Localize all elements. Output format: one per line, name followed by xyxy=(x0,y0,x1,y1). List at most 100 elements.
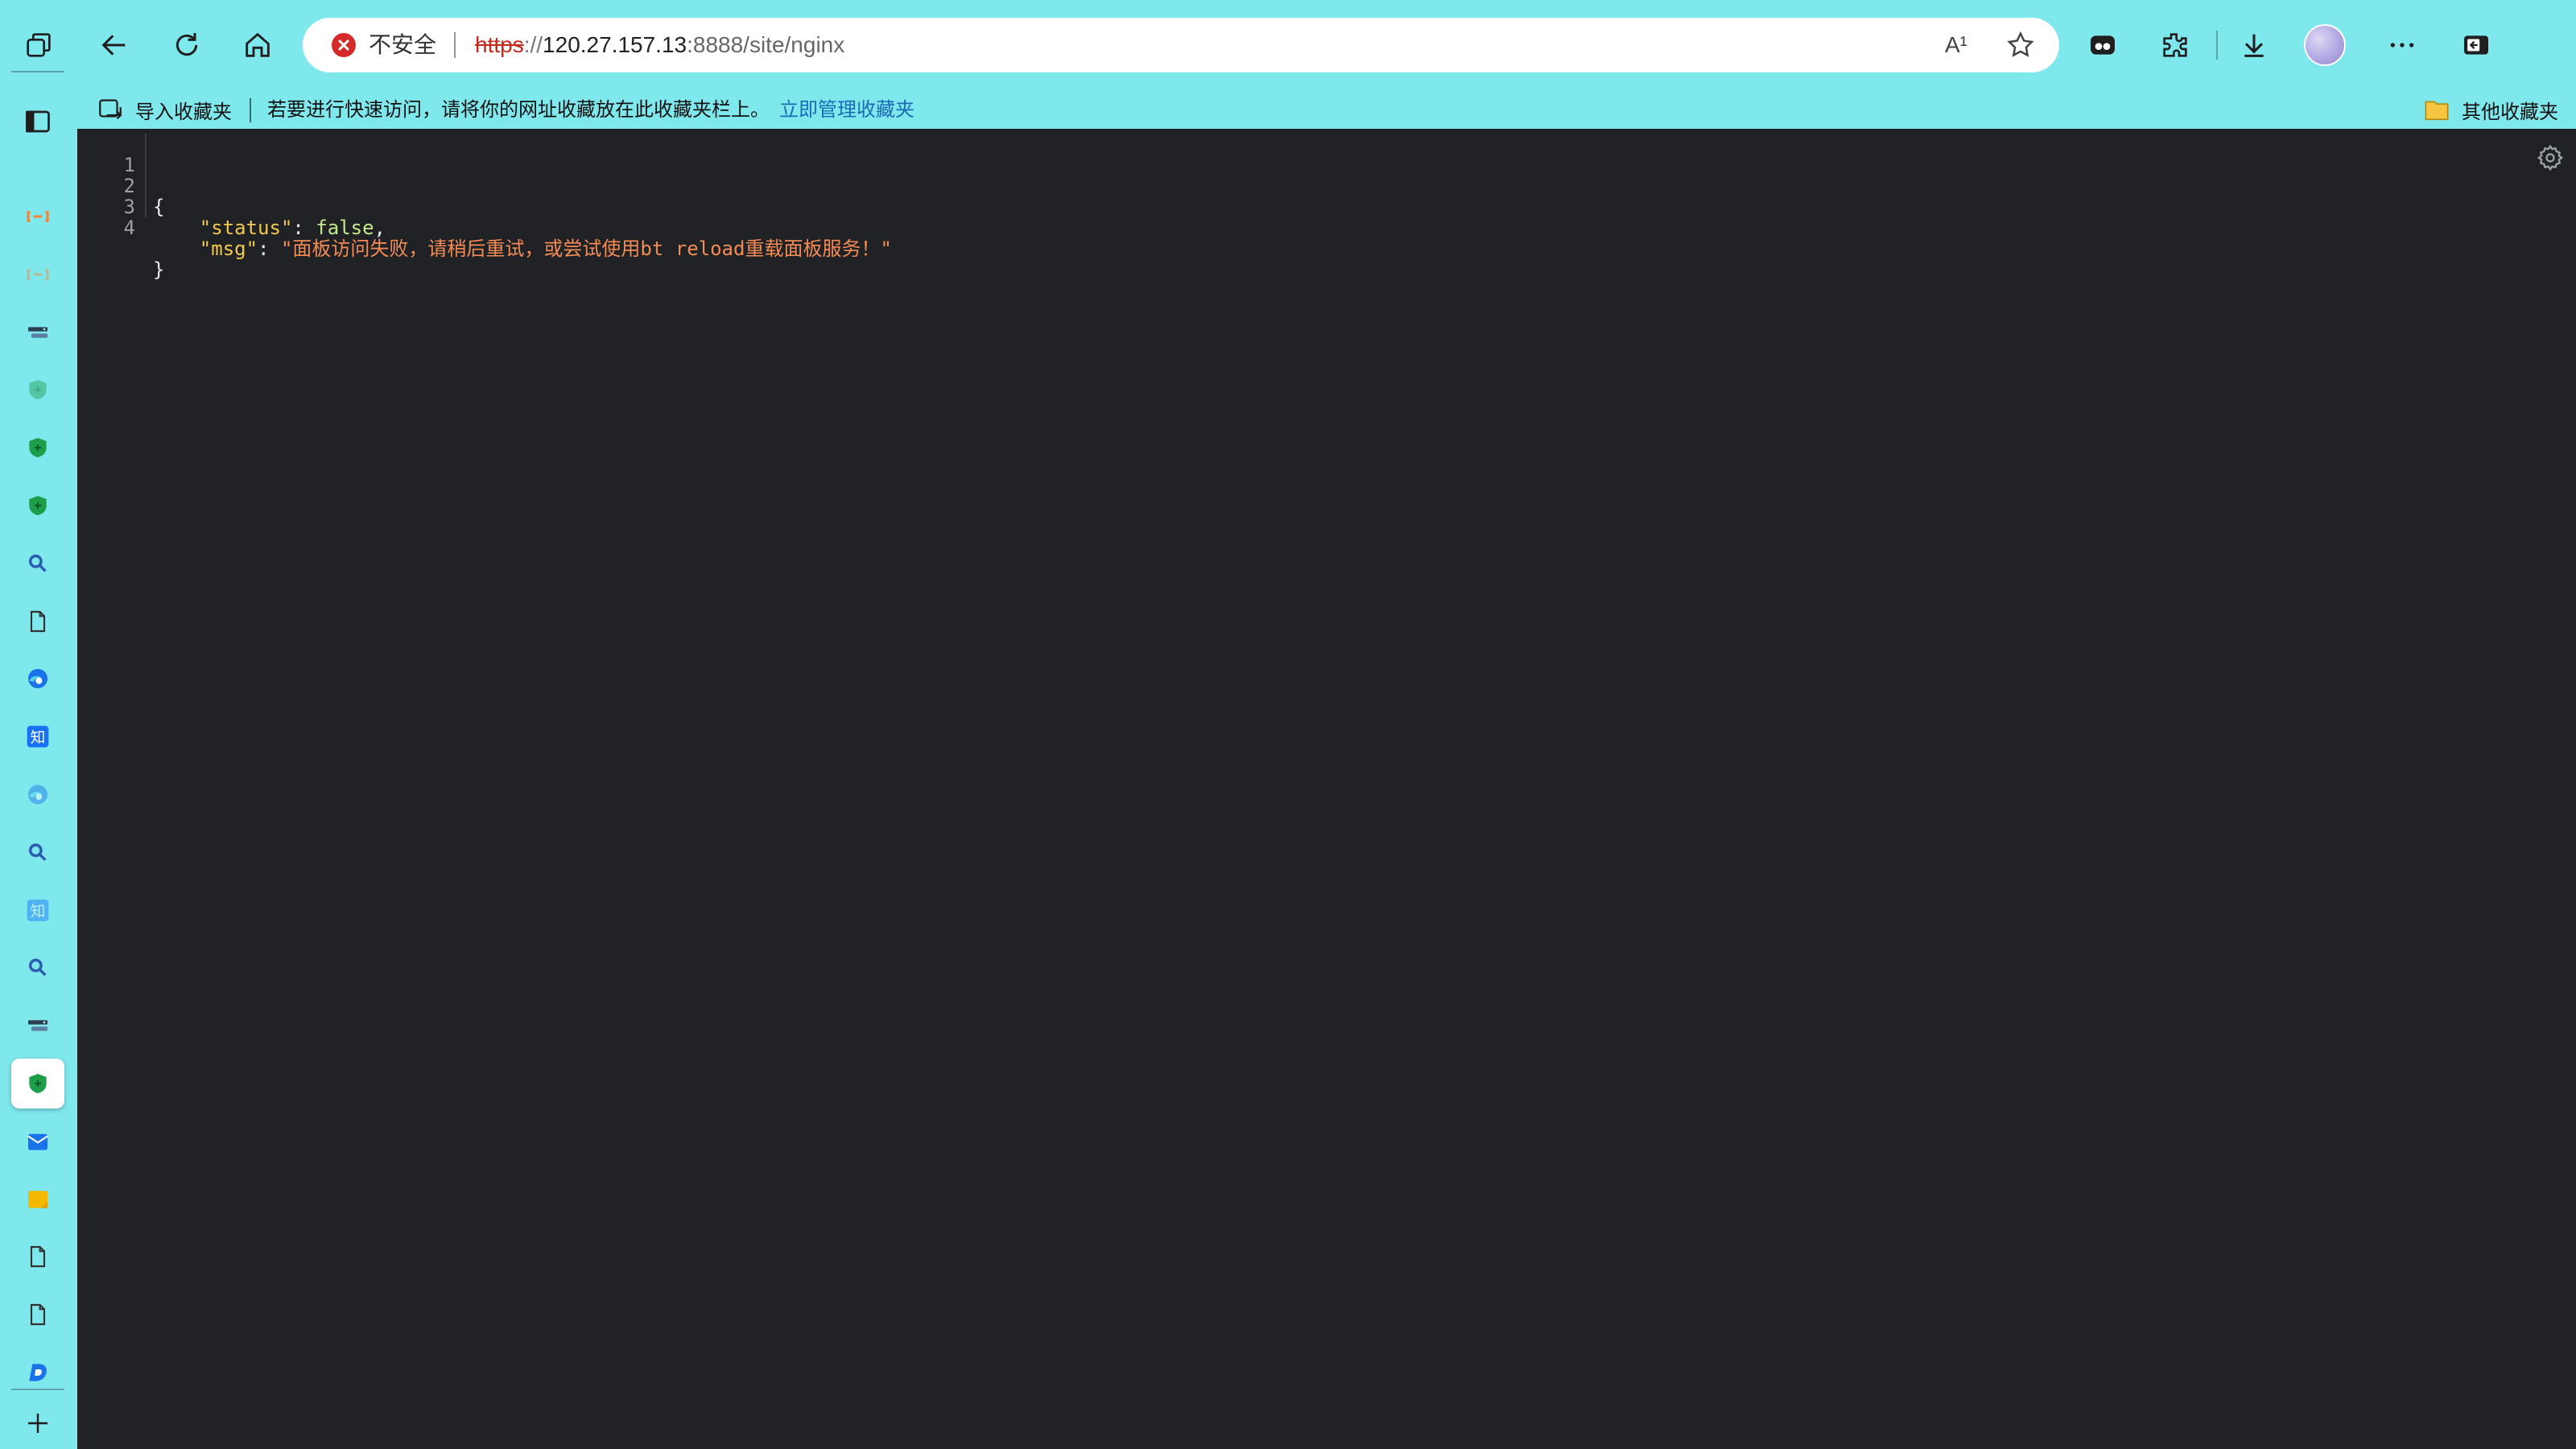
close-brace: } xyxy=(153,258,165,281)
vertical-tab-14[interactable] xyxy=(11,943,64,993)
vertical-tab-18[interactable] xyxy=(11,1174,64,1224)
vertical-tab-1[interactable] xyxy=(11,192,64,242)
svg-text:知: 知 xyxy=(31,730,46,747)
vertical-tab-13[interactable]: 知 xyxy=(11,886,64,935)
vertical-tabs-icon xyxy=(26,110,50,133)
search-icon xyxy=(28,843,47,861)
server-icon xyxy=(28,326,47,338)
vertical-tab-11[interactable] xyxy=(11,770,64,819)
star-icon xyxy=(2007,31,2034,57)
tab-actions-button[interactable] xyxy=(14,21,63,69)
shield-icon xyxy=(29,380,47,400)
favorites-divider xyxy=(250,98,251,122)
vertical-tab-3[interactable] xyxy=(11,308,64,357)
json-value-msg: "面板访问失败，请稍后重试，或尝试使用bt reload重载面板服务！" xyxy=(280,237,892,260)
vertical-tab-6[interactable] xyxy=(11,481,64,530)
vertical-tabs-toggle[interactable] xyxy=(18,101,58,142)
json-viewer: 1 { 2 "status": false, 3 "msg": "面板访问失败，… xyxy=(77,129,2576,1449)
back-arrow-icon xyxy=(101,35,126,56)
shield-icon xyxy=(29,1074,47,1093)
folder-icon xyxy=(2425,101,2449,121)
json-value-status: false xyxy=(316,217,374,239)
vertical-tab-5[interactable] xyxy=(11,423,64,473)
json-key-msg: "msg" xyxy=(199,237,258,260)
not-secure-label[interactable]: 不安全 xyxy=(369,31,436,60)
new-tab-button[interactable] xyxy=(18,1403,58,1443)
vertical-tab-4[interactable] xyxy=(11,365,64,415)
back-button[interactable] xyxy=(90,21,138,69)
document-icon xyxy=(30,1304,46,1326)
import-favorites-label: 导入收藏夹 xyxy=(135,100,232,123)
vertical-tab-19[interactable] xyxy=(11,1232,64,1282)
refresh-icon xyxy=(175,33,198,56)
extensions-button[interactable] xyxy=(2151,21,2199,69)
baota-link-icon xyxy=(27,268,49,280)
svg-text:知: 知 xyxy=(31,903,46,920)
more-dots-icon xyxy=(2390,43,2414,47)
url-separator: :// xyxy=(523,32,543,57)
outlook-icon xyxy=(27,1133,48,1150)
vertical-tab-15[interactable] xyxy=(11,1001,64,1051)
download-icon xyxy=(2244,34,2264,57)
search-icon xyxy=(28,554,47,572)
code-line: 2 "status": false, xyxy=(77,155,386,238)
json-code: 1 { 2 "status": false, 3 "msg": "面板访问失败，… xyxy=(77,134,892,280)
tab-actions-icon xyxy=(27,33,51,57)
copilot-button[interactable] xyxy=(2079,21,2127,69)
manage-favorites-link[interactable]: 立即管理收藏夹 xyxy=(779,97,914,122)
sidebar-panel-button[interactable] xyxy=(2452,21,2500,69)
import-favorites-button[interactable]: 导入收藏夹 xyxy=(97,93,232,126)
vertical-tab-12[interactable] xyxy=(11,828,64,877)
zhihu-icon: 知 xyxy=(27,899,49,921)
document-icon xyxy=(30,1246,46,1268)
code-line: 4 } xyxy=(77,196,164,280)
address-divider xyxy=(454,32,456,58)
home-icon xyxy=(246,32,270,57)
url-scheme: https xyxy=(475,32,524,57)
notes-icon xyxy=(28,1190,47,1208)
vertical-tab-17[interactable] xyxy=(11,1117,64,1166)
vertical-tab-7[interactable] xyxy=(11,539,64,588)
copilot-icon xyxy=(2091,35,2115,55)
toolbar-divider xyxy=(2216,31,2218,60)
puzzle-icon xyxy=(2163,33,2187,57)
address-bar[interactable]: 不安全 https://120.27.157.13:8888/site/ngin… xyxy=(303,18,2059,72)
viewer-settings-button[interactable] xyxy=(2534,142,2566,174)
other-favorites-label: 其他收藏夹 xyxy=(2462,100,2558,123)
url-path: :8888/site/nginx xyxy=(687,32,845,57)
vertical-tab-9[interactable] xyxy=(11,654,64,704)
url-host: 120.27.157.13 xyxy=(543,32,687,57)
code-line: 1 { xyxy=(77,134,164,217)
profile-avatar[interactable] xyxy=(2304,24,2346,66)
downloads-button[interactable] xyxy=(2230,21,2278,69)
json-key-status: "status" xyxy=(199,217,293,239)
vertical-tabs-sidebar: 知知 xyxy=(0,71,76,1449)
search-icon xyxy=(28,959,47,976)
sidebar-bottom-divider xyxy=(11,1389,64,1390)
favorite-star-button[interactable] xyxy=(2001,26,2040,64)
zhihu-icon: 知 xyxy=(27,725,49,748)
not-secure-icon[interactable] xyxy=(332,33,356,57)
vertical-tab-2[interactable] xyxy=(11,250,64,299)
vertical-tab-16[interactable] xyxy=(11,1059,64,1108)
code-line: 3 "msg": "面板访问失败，请稍后重试，或尝试使用bt reload重载面… xyxy=(77,175,892,259)
gear-icon xyxy=(2537,144,2564,171)
refresh-button[interactable] xyxy=(163,21,211,69)
edge-icon xyxy=(28,785,47,804)
sidebar-panel-icon xyxy=(2464,35,2488,55)
vertical-tab-20[interactable] xyxy=(11,1290,64,1340)
open-brace: { xyxy=(153,196,165,218)
settings-more-button[interactable] xyxy=(2378,21,2426,69)
vertical-tab-8[interactable] xyxy=(11,597,64,646)
edge-icon xyxy=(28,669,47,689)
vertical-tab-10[interactable]: 知 xyxy=(11,712,64,762)
line-number: 4 xyxy=(123,217,135,239)
read-aloud-icon: A¹ xyxy=(1945,32,1967,57)
import-favorites-icon xyxy=(99,99,122,120)
url-text[interactable]: https://120.27.157.13:8888/site/nginx xyxy=(475,31,844,60)
read-aloud-button[interactable]: A¹ xyxy=(1937,26,1975,64)
shield-icon xyxy=(29,496,47,515)
favorites-bar: 导入收藏夹 若要进行快速访问，请将你的网址收藏放在此收藏夹栏上。 立即管理收藏夹… xyxy=(77,90,2576,129)
other-favorites-button[interactable]: 其他收藏夹 xyxy=(2423,93,2558,126)
home-button[interactable] xyxy=(233,21,282,69)
